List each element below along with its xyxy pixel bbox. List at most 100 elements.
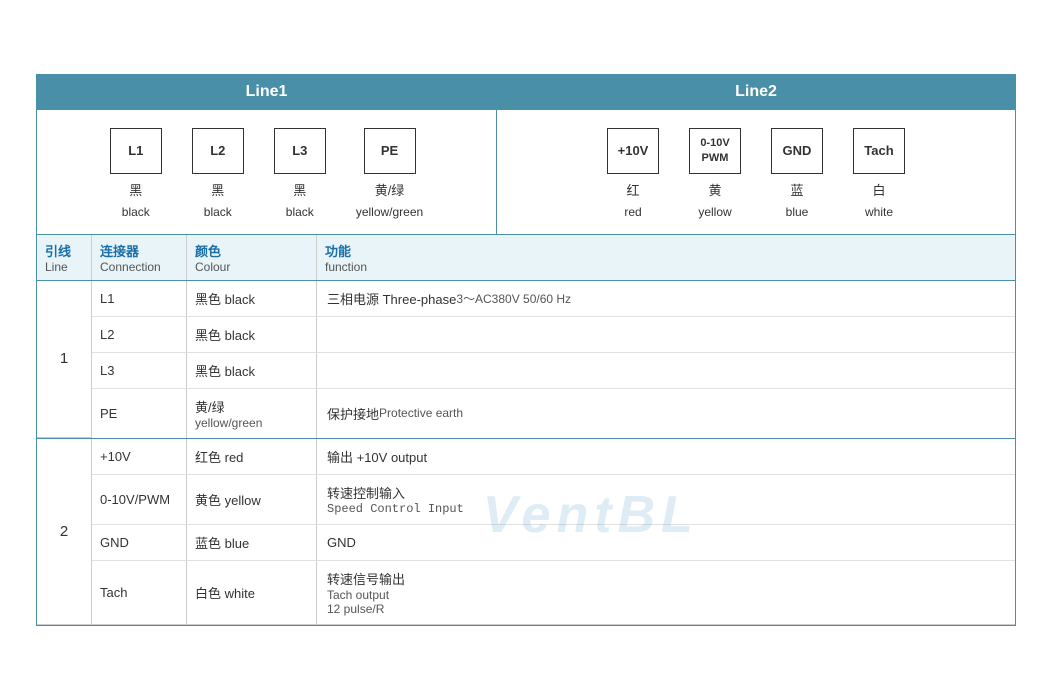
connector-gnd: GND 蓝 blue [771, 128, 823, 219]
connector-pe: PE 黄/绿 yellow/green [356, 128, 423, 219]
data-connection-gnd2: GND [92, 525, 187, 560]
header-line2: Line2 [497, 75, 1015, 109]
colour-pe-en: yellow/green [195, 416, 262, 430]
table-row: PE 黄/绿 yellow/green 保护接地 Protective eart… [92, 389, 1015, 438]
th-connection-en: Connection [100, 260, 178, 274]
group-line-num-2: 2 [37, 439, 92, 624]
data-function-pe: 保护接地 Protective earth [317, 389, 1015, 438]
data-connection-pwm: 0-10V/PWM [92, 475, 187, 524]
table-row: Tach 白色 white 转速信号输出 Tach output 12 puls… [92, 561, 1015, 624]
group-rows-1: L1 黑色 black 三相电源 Three-phase 3～AC380V 50… [92, 281, 1015, 438]
th-colour-cn: 颜色 [195, 244, 221, 259]
data-colour-pe: 黄/绿 yellow/green [187, 389, 317, 438]
data-colour-gnd2: 蓝色 blue [187, 525, 317, 560]
connector-tach-en: white [865, 205, 893, 219]
connector-gnd-cn: 蓝 [790, 180, 803, 199]
header-row: Line1 Line2 [37, 75, 1015, 110]
func-en-l1: 3～AC380V 50/60 Hz [456, 290, 571, 307]
table-row: L1 黑色 black 三相电源 Three-phase 3～AC380V 50… [92, 281, 1015, 317]
data-colour-l3: 黑色 black [187, 353, 317, 388]
data-table: 引线 Line 连接器 Connection 颜色 Colour 功能 func… [37, 235, 1015, 625]
func-cn-pe: 保护接地 [327, 404, 379, 423]
data-colour-tach: 白色 white [187, 561, 317, 624]
connector-box-10v: +10V [607, 128, 659, 174]
data-function-10v: 输出 +10V output [317, 439, 1015, 474]
func-cn-pwm: 转速控制输入 [327, 483, 405, 502]
func-en-tach: Tach output [327, 588, 389, 602]
header-line1: Line1 [37, 75, 497, 109]
connector-l3-cn: 黑 [293, 180, 306, 199]
connector-l2-cn: 黑 [211, 180, 224, 199]
data-connection-10v: +10V [92, 439, 187, 474]
connector-pwm: 0-10VPWM 黄 yellow [689, 128, 741, 219]
group-line-num-1: 1 [37, 281, 92, 438]
connector-l1-en: black [122, 205, 150, 219]
connector-l1-cn: 黑 [129, 180, 142, 199]
th-function: 功能 function [317, 235, 1015, 280]
th-function-en: function [325, 260, 1007, 274]
th-line: 引线 Line [37, 235, 92, 280]
connector-box-gnd: GND [771, 128, 823, 174]
th-line-en: Line [45, 260, 83, 274]
th-colour: 颜色 Colour [187, 235, 317, 280]
func-en-pwm: Speed Control Input [327, 502, 464, 516]
data-connection-l3: L3 [92, 353, 187, 388]
connector-l2-en: black [204, 205, 232, 219]
connector-line2: +10V 红 red 0-10VPWM 黄 yellow GND 蓝 blue … [497, 110, 1015, 234]
table-row: GND 蓝色 blue GND [92, 525, 1015, 561]
connector-l1: L1 黑 black [110, 128, 162, 219]
group-rows-2: +10V 红色 red 输出 +10V output 0-10V/PWM 黄色 … [92, 439, 1015, 624]
data-group-1: 1 L1 黑色 black 三相电源 Three-phase 3～AC380V … [37, 281, 1015, 439]
data-colour-10v: 红色 red [187, 439, 317, 474]
connector-box-tach: Tach [853, 128, 905, 174]
data-function-pwm: 转速控制输入 Speed Control Input [317, 475, 1015, 524]
data-function-l3 [317, 353, 1015, 388]
connector-box-l2: L2 [192, 128, 244, 174]
connector-line1: L1 黑 black L2 黑 black L3 黑 black PE 黄/绿 … [37, 110, 497, 234]
data-function-tach: 转速信号输出 Tach output 12 pulse/R [317, 561, 1015, 624]
func-cn-tach: 转速信号输出 [327, 569, 405, 588]
th-connection: 连接器 Connection [92, 235, 187, 280]
connector-box-l3: L3 [274, 128, 326, 174]
connector-pe-cn: 黄/绿 [375, 180, 405, 199]
func-en-pe: Protective earth [379, 406, 463, 420]
connector-pe-en: yellow/green [356, 205, 423, 219]
connector-10v-cn: 红 [626, 180, 639, 199]
colour-pe-cn: 黄/绿 [195, 397, 225, 416]
th-colour-en: Colour [195, 260, 308, 274]
data-colour-pwm: 黄色 yellow [187, 475, 317, 524]
main-table: Line1 Line2 L1 黑 black L2 黑 black L3 黑 b… [36, 74, 1016, 626]
func-cn-gnd2: GND [327, 535, 356, 550]
data-colour-l2: 黑色 black [187, 317, 317, 352]
table-row: 0-10V/PWM 黄色 yellow 转速控制输入 Speed Control… [92, 475, 1015, 525]
connector-pwm-cn: 黄 [708, 180, 721, 199]
func-cn-10v: 输出 +10V output [327, 447, 427, 466]
table-row: L3 黑色 black [92, 353, 1015, 389]
connector-10v: +10V 红 red [607, 128, 659, 219]
connector-box-l1: L1 [110, 128, 162, 174]
connector-box-pwm: 0-10VPWM [689, 128, 741, 174]
table-header: 引线 Line 连接器 Connection 颜色 Colour 功能 func… [37, 235, 1015, 281]
connector-l2: L2 黑 black [192, 128, 244, 219]
data-connection-l2: L2 [92, 317, 187, 352]
data-connection-pe: PE [92, 389, 187, 438]
data-connection-tach: Tach [92, 561, 187, 624]
th-connection-cn: 连接器 [100, 244, 139, 259]
func-extra-tach: 12 pulse/R [327, 602, 384, 616]
connector-10v-en: red [624, 205, 641, 219]
connector-l3: L3 黑 black [274, 128, 326, 219]
connector-pwm-en: yellow [698, 205, 731, 219]
data-function-gnd2: GND [317, 525, 1015, 560]
data-function-l1: 三相电源 Three-phase 3～AC380V 50/60 Hz [317, 281, 1015, 316]
connector-l3-en: black [286, 205, 314, 219]
connector-tach-cn: 白 [872, 180, 885, 199]
connector-gnd-en: blue [786, 205, 809, 219]
th-function-cn: 功能 [325, 244, 351, 259]
data-group-2: 2 +10V 红色 red 输出 +10V output 0-10V/PWM 黄… [37, 439, 1015, 625]
connector-row: L1 黑 black L2 黑 black L3 黑 black PE 黄/绿 … [37, 110, 1015, 235]
func-cn-l1: 三相电源 Three-phase [327, 289, 456, 308]
th-line-cn: 引线 [45, 244, 71, 259]
connector-box-pe: PE [364, 128, 416, 174]
connector-tach: Tach 白 white [853, 128, 905, 219]
table-row: +10V 红色 red 输出 +10V output [92, 439, 1015, 475]
